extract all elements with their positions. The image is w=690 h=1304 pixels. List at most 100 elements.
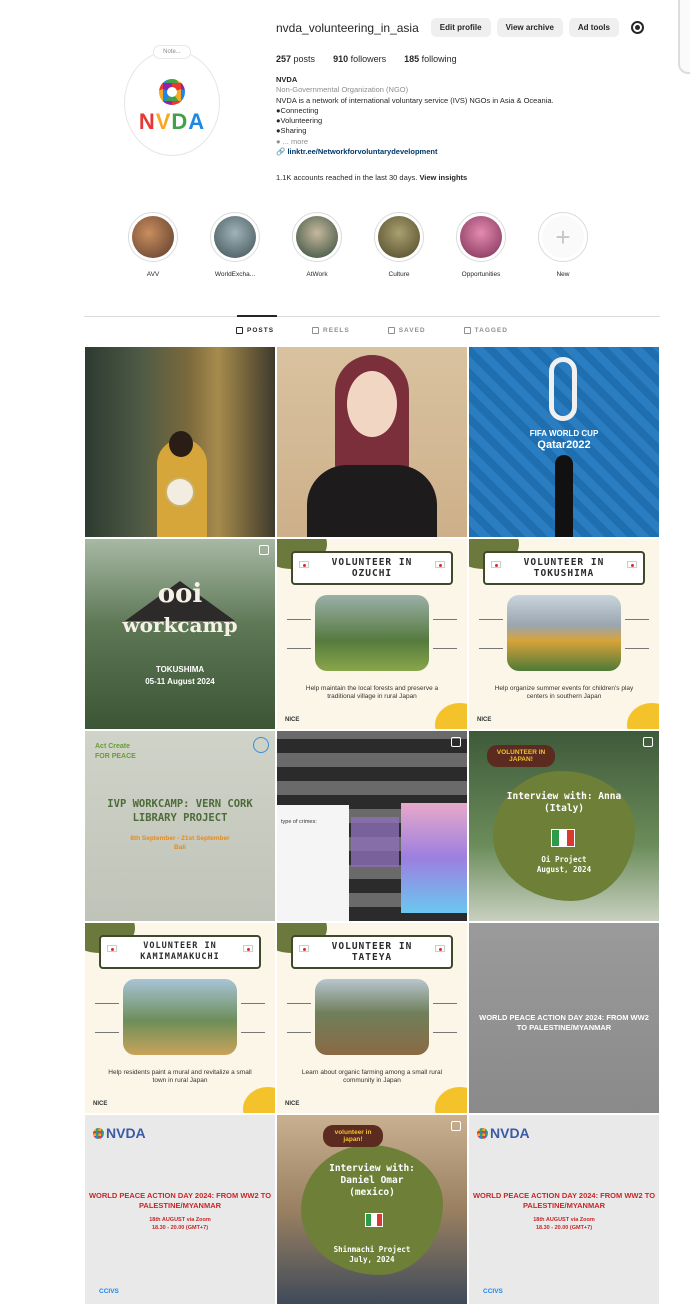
interview-project: Shinmachi Project [333,1245,411,1254]
card-photo [315,595,429,671]
interview-date: July, 2024 [349,1255,395,1264]
carousel-icon [253,737,269,753]
carousel-icon [643,737,653,747]
card-photo [123,979,237,1055]
card-title: VOLUNTEER IN KAMIMAMAKUCHI [99,935,261,969]
workcamp-big-text: ooi [157,579,203,609]
card-title: VOLUNTEER IN TATEYA [291,935,453,969]
bio-name: NVDA [276,75,298,84]
ivp-title: IVP WORKCAMP: VERN CORK LIBRARY PROJECT [107,798,253,824]
nvda-logo: NVDA [477,1125,530,1141]
following-stat[interactable]: 185 following [404,54,457,64]
nice-logo: NICE [93,1101,108,1107]
reach-summary: 1.1K accounts reached in the last 30 day… [276,173,468,182]
bio-description: NVDA is a network of international volun… [276,95,554,105]
post-volunteer-ozuchi[interactable]: VOLUNTEER IN OZUCHI Help maintain the lo… [277,539,467,729]
posts-stat: 257 posts [276,54,316,64]
ad-tools-button[interactable]: Ad tools [568,18,619,37]
mexico-flag-icon [365,1213,383,1227]
grid-icon [236,327,243,334]
highlight-culture[interactable]: Culture [358,212,440,278]
avatar-logo: Note... NVDA [124,45,220,156]
followers-stat[interactable]: 910 followers [333,54,386,64]
ivp-logo-sub: FOR PEACE [95,753,136,760]
interview-title: Interview with: Daniel Omar (mexico) [329,1163,415,1198]
tab-reels[interactable]: REELS [312,327,350,334]
highlight-worldexchange[interactable]: WorldExcha... [194,212,276,278]
profile-stats: 257 posts 910 followers 185 following [276,54,475,64]
view-insights-link[interactable]: View insights [419,173,467,182]
post-interview-daniel[interactable]: volunteer in japan! Interview with: Dani… [277,1115,467,1304]
posts-grid: FIFA WORLD CUP Qatar2022 ooi workcamp TO… [85,347,660,1304]
interview-title: Interview with: Anna (Italy) [506,791,622,814]
italy-flag-icon [551,829,575,847]
ccivs-logo: CCIVS [99,1288,119,1295]
bio-bullet: ●Connecting [276,105,319,115]
post-zoom-collage[interactable]: type of crimes: [277,731,467,921]
tab-saved[interactable]: SAVED [387,327,426,334]
carousel-icon [451,737,461,747]
post-photo-portrait[interactable] [277,347,467,537]
peace-date: 18th AUGUST via Zoom [149,1217,211,1223]
bio-bullet: ●Volunteering [276,116,323,126]
workcamp-big-text-2: workcamp [122,613,238,637]
view-archive-button[interactable]: View archive [496,18,563,37]
japan-flag-icon [299,561,309,568]
profile-username: nvda_volunteering_in_asia [276,20,419,35]
interview-tag: volunteer in japan! [323,1125,383,1147]
card-photo [315,979,429,1055]
profile-top-row: nvda_volunteering_in_asia Edit profile V… [276,18,644,37]
japan-flag-icon [491,561,501,568]
tagged-user-icon [463,327,471,334]
card-caption: Help maintain the local forests and pres… [305,685,439,700]
post-volunteer-tokushima[interactable]: VOLUNTEER IN TOKUSHIMA Help organize sum… [469,539,659,729]
post-peace-day-2[interactable]: NVDA WORLD PEACE ACTION DAY 2024: FROM W… [469,1115,659,1304]
nvda-ring-icon [477,1128,488,1139]
highlight-opportunities[interactable]: Opportunities [440,212,522,278]
link-icon: 🔗 [276,147,286,157]
tab-posts[interactable]: POSTS [236,327,274,334]
post-photo-woman-doorway[interactable] [85,347,275,537]
post-ivp-workcamp[interactable]: Act Create FOR PEACE IVP WORKCAMP: VERN … [85,731,275,921]
nice-logo: NICE [285,1101,300,1107]
peace-title: WORLD PEACE ACTION DAY 2024: FROM WW2 TO… [479,1013,649,1032]
side-panel-edge [678,0,690,74]
reels-icon [312,327,320,334]
interview-tag: VOLUNTEER IN JAPAN! [487,745,555,767]
post-fifa-world-cup[interactable]: FIFA WORLD CUP Qatar2022 [469,347,659,537]
profile-tabs: POSTS REELS SAVED TAGGED [236,327,546,334]
peace-date: 18th AUGUST via Zoom [533,1217,595,1223]
profile-avatar[interactable]: Note... NVDA [124,45,220,156]
bio-link[interactable]: 🔗 linktr.ee/Networkforvoluntarydevelopme… [276,147,636,157]
highlight-new[interactable]: + New [522,212,604,278]
japan-flag-icon [435,561,445,568]
tab-tagged[interactable]: TAGGED [463,327,508,334]
interview-project: Oi Project [541,855,587,864]
plus-icon: + [542,216,584,258]
highlight-avv[interactable]: AVV [112,212,194,278]
post-peace-day-gray[interactable]: WORLD PEACE ACTION DAY 2024: FROM WW2 TO… [469,923,659,1113]
workcamp-location: TOKUSHIMA [155,665,205,674]
highlight-atwork[interactable]: AtWork [276,212,358,278]
ivp-logo: Act Create [95,743,131,750]
carousel-icon [451,1121,461,1131]
ivp-date: 8th September - 21st September [130,835,230,842]
card-caption: Learn about organic farming among a smal… [301,1069,443,1084]
fifa-title: FIFA WORLD CUP [529,429,599,438]
post-peace-day-1[interactable]: NVDA WORLD PEACE ACTION DAY 2024: FROM W… [85,1115,275,1304]
post-volunteer-kamimamakuchi[interactable]: VOLUNTEER IN KAMIMAMAKUCHI Help resident… [85,923,275,1113]
edit-profile-button[interactable]: Edit profile [430,18,491,37]
bookmark-icon [387,327,395,334]
profile-bio: NVDA Non-Governmental Organization (NGO)… [276,75,636,157]
nice-logo: NICE [477,717,492,723]
nvda-logo-text: NVDA [138,109,206,134]
post-001-workcamp[interactable]: ooi workcamp TOKUSHIMA 05-11 August 2024 [85,539,275,729]
post-volunteer-tateya[interactable]: VOLUNTEER IN TATEYA Learn about organic … [277,923,467,1113]
bio-more-link[interactable]: ● ... more [276,137,636,147]
settings-gear-icon[interactable] [630,21,644,34]
post-interview-anna[interactable]: VOLUNTEER IN JAPAN! Interview with: Anna… [469,731,659,921]
nice-logo: NICE [285,717,300,723]
fifa-subtitle: Qatar2022 [537,439,591,451]
japan-flag-icon [107,945,117,952]
avatar-note-bubble[interactable]: Note... [153,45,191,59]
